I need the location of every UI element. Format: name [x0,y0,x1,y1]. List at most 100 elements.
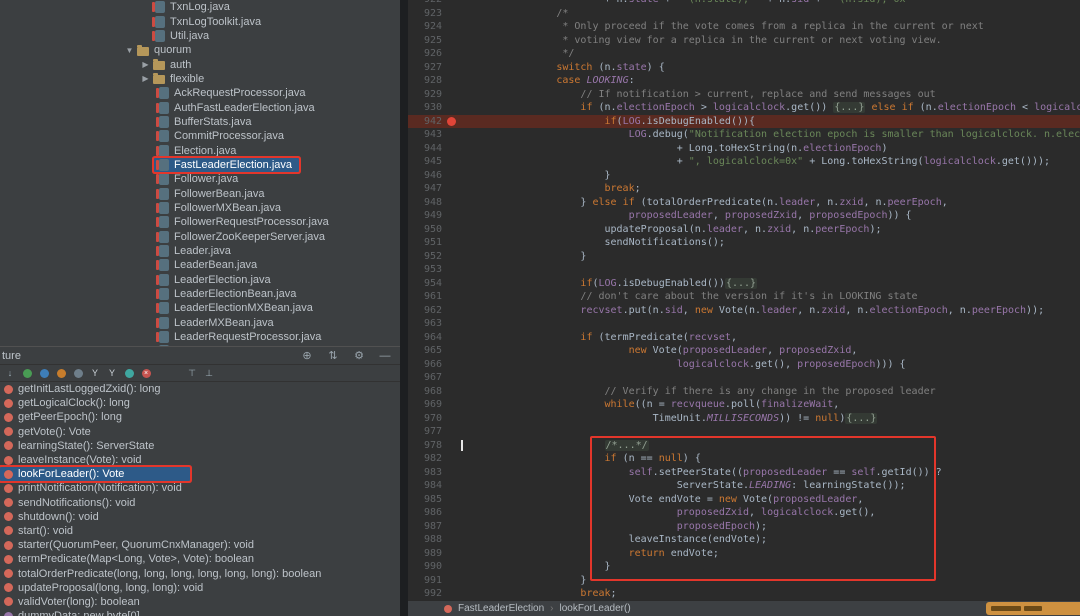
autoscroll-to-source-icon[interactable]: ⊤ [186,367,198,379]
chevron-icon[interactable]: ▼ [124,46,135,55]
settings-gear-icon[interactable]: ⚙ [352,349,366,363]
tree-item-content[interactable]: flexible [151,72,211,86]
tree-item[interactable]: Leader.java [0,244,400,258]
code-line[interactable]: 946 } [408,169,1080,183]
structure-item[interactable]: learningState(): ServerState [0,439,400,453]
code-line[interactable]: 954 if(LOG.isDebugEnabled()){...} [408,277,1080,291]
tree-item-content[interactable]: auth [151,58,198,72]
breakpoint-gutter[interactable] [444,574,460,588]
breakpoint-gutter[interactable] [444,101,460,115]
breakpoint-gutter[interactable] [444,425,460,439]
code-line[interactable]: 948 } else if (totalOrderPredicate(n.lea… [408,196,1080,210]
code-line[interactable]: 961 // don't care about the version if i… [408,290,1080,304]
breakpoint-gutter[interactable] [444,547,460,561]
chevron-icon[interactable]: ▶ [140,74,151,83]
tree-item[interactable]: LeaderElection.java [0,273,400,287]
structure-item[interactable]: dummyData: new byte[0] [0,609,400,616]
structure-item[interactable]: totalOrderPredicate(long, long, long, lo… [0,566,400,580]
tree-item-content[interactable]: LeaderZooKeeperServer.java [154,344,325,346]
notification-balloon[interactable] [986,602,1080,615]
tree-item[interactable]: AuthFastLeaderElection.java [0,100,400,114]
tree-item-content[interactable]: FollowerBean.java [154,187,272,201]
code-line[interactable]: 952 } [408,250,1080,264]
code-line[interactable]: 949 proposedLeader, proposedZxid, propos… [408,209,1080,223]
structure-item-content[interactable]: validVoter(long): boolean [0,595,148,609]
breakpoint-gutter[interactable] [444,560,460,574]
breakpoint-gutter[interactable] [444,61,460,75]
structure-item[interactable]: validVoter(long): boolean [0,595,400,609]
code-line[interactable]: 944 + Long.toHexString(n.electionEpoch) [408,142,1080,156]
tree-item-content[interactable]: LeaderBean.java [154,258,264,272]
breakpoint-gutter[interactable] [444,506,460,520]
code-line[interactable]: 970 TimeUnit.MILLISECONDS)) != null){...… [408,412,1080,426]
tree-item-content[interactable]: Election.java [154,144,243,158]
code-line[interactable]: 986 proposedZxid, logicalclock.get(), [408,506,1080,520]
code-line[interactable]: 984 ServerState.LEADING: learningState()… [408,479,1080,493]
code-line[interactable]: 964 if (termPredicate(recvset, [408,331,1080,345]
breakpoint-gutter[interactable] [444,115,460,129]
tree-item[interactable]: FollowerRequestProcessor.java [0,215,400,229]
tree-item[interactable]: Follower.java [0,172,400,186]
show-classes-icon[interactable] [21,367,33,379]
code-line[interactable]: 925 * voting view for a replica in the c… [408,34,1080,48]
code-line[interactable]: 990 } [408,560,1080,574]
code-line[interactable]: 992 break; [408,587,1080,601]
breakpoint-gutter[interactable] [444,88,460,102]
code-line[interactable]: 962 recvset.put(n.sid, new Vote(n.leader… [408,304,1080,318]
tree-item-content[interactable]: Leader.java [154,244,238,258]
tree-item[interactable]: LeaderElectionMXBean.java [0,301,400,315]
breakpoint-gutter[interactable] [444,398,460,412]
breakpoint-gutter[interactable] [444,34,460,48]
breakpoint-gutter[interactable] [444,128,460,142]
breakpoint-gutter[interactable] [444,358,460,372]
code-line[interactable]: 924 * Only proceed if the vote comes fro… [408,20,1080,34]
structure-item[interactable]: getVote(): Vote [0,425,400,439]
show-inherited-icon[interactable] [123,367,135,379]
breakpoint-gutter[interactable] [444,236,460,250]
show-properties-icon[interactable] [72,367,84,379]
filter-visibility-icon[interactable]: Y [89,367,101,379]
code-editor[interactable]: 922 + n.state + " (n.state), " + n.sid +… [408,0,1080,616]
locate-icon[interactable]: ⊕ [300,349,314,363]
code-line[interactable]: 988 leaveInstance(endVote); [408,533,1080,547]
tree-item-content[interactable]: TxnLogToolkit.java [150,15,268,29]
breakpoint-gutter[interactable] [444,182,460,196]
tree-item-content[interactable]: LeaderElection.java [154,273,278,287]
breakpoint-gutter[interactable] [444,20,460,34]
code-line[interactable]: 953 [408,263,1080,277]
tree-item-content[interactable]: Follower.java [154,172,245,186]
code-line[interactable]: 991 } [408,574,1080,588]
breakpoint-gutter[interactable] [444,452,460,466]
code-line[interactable]: 943 LOG.debug("Notification election epo… [408,128,1080,142]
code-line[interactable]: 951 sendNotifications(); [408,236,1080,250]
breakpoint-gutter[interactable] [444,142,460,156]
code-line[interactable]: 967 [408,371,1080,385]
structure-item-content[interactable]: starter(QuorumPeer, QuorumCnxManager): v… [0,538,262,552]
tree-item-content[interactable]: FollowerZooKeeperServer.java [154,230,332,244]
breakpoint-gutter[interactable] [444,74,460,88]
tree-item-content[interactable]: LeaderElectionBean.java [154,287,303,301]
tree-item[interactable]: ▶auth [0,57,400,71]
breakpoint-gutter[interactable] [444,587,460,601]
structure-item-content[interactable]: learningState(): ServerState [0,439,162,453]
structure-item[interactable]: getInitLastLoggedZxid(): long [0,382,400,396]
structure-item-content[interactable]: lookForLeader(): Vote [0,467,190,481]
structure-item-content[interactable]: leaveInstance(Vote): void [0,453,150,467]
tree-item[interactable]: ▼quorum [0,43,400,57]
hide-panel-icon[interactable]: — [378,349,392,363]
code-line[interactable]: 989 return endVote; [408,547,1080,561]
tree-item[interactable]: TxnLog.java [0,0,400,14]
code-line[interactable]: 965 new Vote(proposedLeader, proposedZxi… [408,344,1080,358]
tree-item[interactable]: TxnLogToolkit.java [0,14,400,28]
breakpoint-gutter[interactable] [444,317,460,331]
tree-item[interactable]: FastLeaderElection.java [0,158,400,172]
breakpoint-icon[interactable] [447,117,456,126]
breakpoint-gutter[interactable] [444,223,460,237]
structure-item-content[interactable]: updateProposal(long, long, long): void [0,581,211,595]
tree-item[interactable]: LeaderElectionBean.java [0,287,400,301]
code-line[interactable]: 977 [408,425,1080,439]
breakpoint-gutter[interactable] [444,371,460,385]
filter-members-icon[interactable]: Y [106,367,118,379]
code-line[interactable]: 963 [408,317,1080,331]
code-line[interactable]: 929 // If notification > current, replac… [408,88,1080,102]
